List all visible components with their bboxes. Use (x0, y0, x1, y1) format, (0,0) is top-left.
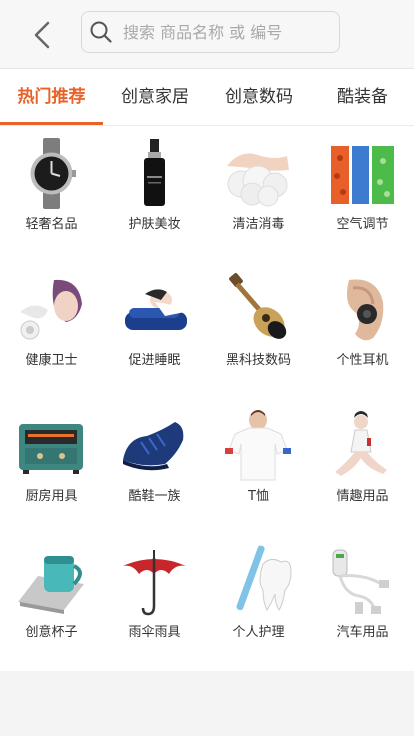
category-item[interactable]: 厨房用具 (0, 398, 103, 534)
category-label: 清洁消毒 (232, 217, 285, 232)
category-item[interactable]: 情趣用品 (311, 398, 414, 534)
category-item[interactable]: 个性耳机 (311, 262, 414, 398)
category-item[interactable]: 个人护理 (207, 534, 310, 670)
top-bar (0, 0, 414, 69)
umbrella-icon (123, 550, 186, 616)
cup-icon (18, 556, 84, 614)
category-item[interactable]: 护肤美妆 (103, 126, 206, 262)
category-item[interactable]: 清洁消毒 (207, 126, 310, 262)
category-label: 情趣用品 (336, 489, 389, 504)
category-label: 汽车用品 (336, 625, 389, 640)
category-label: 雨伞雨具 (128, 625, 181, 640)
pillow-icon (125, 289, 187, 330)
skincare-bottle-icon (144, 139, 165, 206)
active-tab-indicator (0, 122, 103, 125)
back-chevron-icon[interactable] (26, 18, 60, 52)
tab-hot[interactable]: 热门推荐 (0, 69, 103, 125)
search-input[interactable] (123, 22, 323, 42)
category-label: 空气调节 (336, 217, 389, 232)
tab-creative-digital[interactable]: 创意数码 (207, 69, 311, 125)
category-label: 个人护理 (232, 625, 285, 640)
earbud-icon (347, 279, 384, 341)
category-item[interactable]: 创意杯子 (0, 534, 103, 670)
category-label: 黑科技数码 (225, 353, 291, 368)
category-label: 护肤美妆 (128, 217, 181, 232)
toothbrush-icon (236, 545, 292, 611)
category-label: 促进睡眠 (128, 353, 181, 368)
category-label: 轻奢名品 (25, 217, 78, 232)
category-item[interactable]: 酷鞋一族 (103, 398, 206, 534)
tab-creative-home[interactable]: 创意家居 (103, 69, 207, 125)
category-grid: 轻奢名品 护肤美妆 清洁消毒 空气调节 健康卫士 促进睡眠 黑科技数码 个性耳机… (0, 126, 414, 671)
tab-cool-gear[interactable]: 酷装备 (311, 69, 414, 125)
air-filter-icon (331, 146, 394, 204)
foam-hands-icon (227, 153, 289, 207)
category-item[interactable]: 健康卫士 (0, 262, 103, 398)
shoe-icon (123, 422, 184, 471)
category-item[interactable]: 雨伞雨具 (103, 534, 206, 670)
category-tabs: 热门推荐 创意家居 创意数码 酷装备 (0, 69, 414, 126)
car-charger-icon (332, 549, 389, 614)
health-mask-icon (20, 279, 82, 340)
category-label: T恤 (248, 489, 269, 504)
category-label: 厨房用具 (25, 489, 78, 504)
watch-icon (30, 138, 76, 209)
category-item[interactable]: 黑科技数码 (207, 262, 310, 398)
category-item[interactable]: 汽车用品 (311, 534, 414, 670)
category-label: 创意杯子 (25, 625, 78, 640)
category-item[interactable]: 轻奢名品 (0, 126, 103, 262)
search-icon (90, 21, 112, 43)
category-item[interactable]: T恤 (207, 398, 310, 534)
category-item[interactable]: 空气调节 (311, 126, 414, 262)
tshirt-icon (225, 410, 291, 481)
figure-icon (335, 411, 387, 476)
category-label: 酷鞋一族 (128, 489, 181, 504)
search-box[interactable] (81, 11, 340, 53)
oven-icon (19, 424, 83, 474)
ukulele-icon (229, 273, 287, 339)
category-item[interactable]: 促进睡眠 (103, 262, 206, 398)
category-label: 个性耳机 (336, 353, 389, 368)
category-label: 健康卫士 (25, 353, 78, 368)
